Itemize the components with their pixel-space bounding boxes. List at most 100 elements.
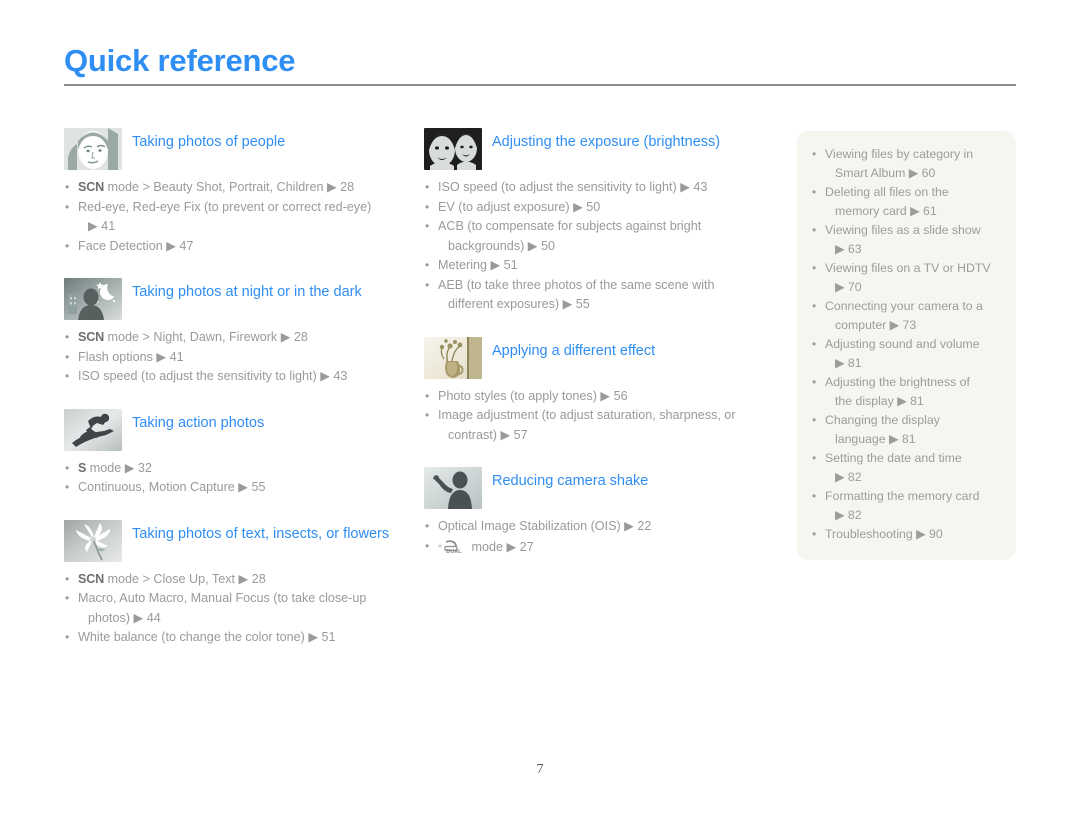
side-item-line2: Smart Album ▶ 60 [835,166,936,180]
section-list: Photo styles (to apply tones) ▶ 56 Image … [424,387,769,446]
side-item-line1: Deleting all files on the [825,185,949,199]
item-text: Red-eye, Red-eye Fix (to prevent or corr… [78,199,372,214]
side-item-line1: Connecting your camera to a [825,299,983,313]
side-panel-item[interactable]: Formatting the memory card ▶ 82 [811,487,1000,525]
vase-flowers-effect-thumbnail [424,336,482,379]
section-title[interactable]: Adjusting the exposure (brightness) [482,128,720,153]
side-panel-item[interactable]: Viewing files by category in Smart Album … [811,145,1000,183]
side-item-line2: ▶ 82 [835,508,862,522]
side-item-line2: the display ▶ 81 [835,394,924,408]
item-text: mode > Beauty Shot, Portrait, Children ▶… [104,180,355,194]
reference-list-item: ISO speed (to adjust the sensitivity to … [64,367,404,387]
reference-list-item: SCN mode > Close Up, Text ▶ 28 [64,570,404,590]
item-text: ISO speed (to adjust the sensitivity to … [438,180,708,194]
side-item-line2: computer ▶ 73 [835,318,917,332]
section-header: Taking photos of people [64,128,404,170]
side-item-line2: ▶ 82 [835,470,862,484]
woman-portrait-thumbnail [64,128,122,170]
side-panel-item[interactable]: Adjusting sound and volume ▶ 81 [811,335,1000,373]
title-divider [64,84,1016,86]
night-scene-thumbnail [64,278,122,320]
reference-list-item: White balance (to change the color tone)… [64,628,404,648]
reference-list-item: ISO speed (to adjust the sensitivity to … [424,178,769,198]
item-text: mode > Night, Dawn, Firework ▶ 28 [104,330,308,344]
side-item-line1: Formatting the memory card [825,489,980,503]
mode-label: S [78,460,87,475]
reference-list-item: Red-eye, Red-eye Fix (to prevent or corr… [64,198,404,237]
document-page: Quick reference Taking photos of people S… [0,0,1080,815]
reference-list-item: ACB (to compensate for subjects against … [424,217,769,256]
reference-list-item: EV (to adjust exposure) ▶ 50 [424,198,769,218]
item-text-continued: photos) ▶ 44 [88,610,161,625]
page-number: 7 [536,762,544,777]
page-title: Quick reference [64,43,296,78]
section-list: S mode ▶ 32Continuous, Motion Capture ▶ … [64,459,404,498]
side-item-line1: Troubleshooting ▶ 90 [825,527,943,541]
side-item-line2: ▶ 63 [835,242,862,256]
middle-column: Adjusting the exposure (brightness) ISO s… [424,128,769,557]
reference-list-item: S mode ▶ 32 [64,459,404,479]
mode-label: SCN [78,180,104,194]
section-title[interactable]: Taking photos of text, insects, or flowe… [122,520,389,545]
reference-list-item: Macro, Auto Macro, Manual Focus (to take… [64,589,404,628]
side-item-line1: Viewing files by category in [825,147,974,161]
side-panel-item[interactable]: Deleting all files on the memory card ▶ 6… [811,183,1000,221]
item-text: AEB (to take three photos of the same sc… [438,277,715,292]
section-header: Adjusting the exposure (brightness) [424,128,769,170]
section-title[interactable]: Reducing camera shake [482,467,648,492]
side-panel-item[interactable]: Setting the date and time ▶ 82 [811,449,1000,487]
section-header: Taking photos of text, insects, or flowe… [64,519,404,562]
item-text: mode ▶ 27 [468,539,534,554]
side-panel-item[interactable]: Viewing files as a slide show ▶ 63 [811,221,1000,259]
reference-list-item: AEB (to take three photos of the same sc… [424,276,769,315]
item-text: Face Detection ▶ 47 [78,238,194,253]
section-title[interactable]: Taking photos of people [122,128,285,153]
section-title[interactable]: Applying a different effect [482,337,655,362]
reference-list-item: Optical Image Stabilization (OIS) ▶ 22 [424,517,769,537]
reference-section: Applying a different effect Photo styles … [424,336,769,446]
reference-list-item: SCN mode > Night, Dawn, Firework ▶ 28 [64,328,404,348]
item-text: Optical Image Stabilization (OIS) ▶ 22 [438,519,652,533]
side-panel-item[interactable]: Viewing files on a TV or HDTV ▶ 70 [811,259,1000,297]
side-panel-item[interactable]: Changing the display language ▶ 81 [811,411,1000,449]
snowboarder-thumbnail [64,408,122,451]
item-text: Macro, Auto Macro, Manual Focus (to take… [78,591,367,605]
section-header: Applying a different effect [424,336,769,379]
item-text-continued: backgrounds) ▶ 50 [448,238,555,253]
section-list: SCN mode > Close Up, Text ▶ 28Macro, Aut… [64,570,404,648]
dual-is-mode-icon: « DUAL [438,539,468,554]
item-text: Continuous, Motion Capture ▶ 55 [78,480,266,494]
person-waving-shake-thumbnail [424,467,482,509]
side-item-line2: language ▶ 81 [835,432,916,446]
item-text: Photo styles (to apply tones) ▶ 56 [438,388,628,403]
two-faces-exposure-thumbnail [424,128,482,170]
item-text: EV (to adjust exposure) ▶ 50 [438,199,601,214]
reference-section: Reducing camera shake Optical Image Stabi… [424,467,769,557]
side-panel-item[interactable]: Troubleshooting ▶ 90 [811,525,1000,544]
reference-section: Taking photos of text, insects, or flowe… [64,519,404,648]
section-title[interactable]: Taking action photos [122,409,264,434]
left-column: Taking photos of people SCN mode > Beauty… [64,128,404,648]
reference-list-item: « DUAL mode ▶ 27 [424,537,769,558]
side-panel-item[interactable]: Adjusting the brightness of the display ▶… [811,373,1000,411]
reference-list-item: Photo styles (to apply tones) ▶ 56 [424,387,769,407]
side-panel-item[interactable]: Connecting your camera to a computer ▶ 73 [811,297,1000,335]
item-text-continued: ▶ 41 [88,219,116,233]
section-title[interactable]: Taking photos at night or in the dark [122,278,362,303]
reference-list-item: Continuous, Motion Capture ▶ 55 [64,478,404,498]
side-item-line1: Changing the display [825,413,940,427]
flower-macro-thumbnail [64,519,122,562]
item-text: White balance (to change the color tone)… [78,630,336,644]
side-item-line1: Adjusting sound and volume [825,337,980,351]
reference-list-item: Image adjustment (to adjust saturation, … [424,406,769,445]
svg-text:«: « [438,543,442,550]
section-header: Reducing camera shake [424,467,769,509]
item-text: Image adjustment (to adjust saturation, … [438,408,736,422]
reference-section: Taking action photos S mode ▶ 32Continuou… [64,408,404,498]
side-item-line1: Viewing files on a TV or HDTV [825,261,991,275]
item-text: ISO speed (to adjust the sensitivity to … [78,369,348,383]
section-list: Optical Image Stabilization (OIS) ▶ 22 «… [424,517,769,557]
reference-list-item: Metering ▶ 51 [424,256,769,276]
reference-section: Taking photos of people SCN mode > Beauty… [64,128,404,256]
item-text: mode > Close Up, Text ▶ 28 [104,571,266,586]
